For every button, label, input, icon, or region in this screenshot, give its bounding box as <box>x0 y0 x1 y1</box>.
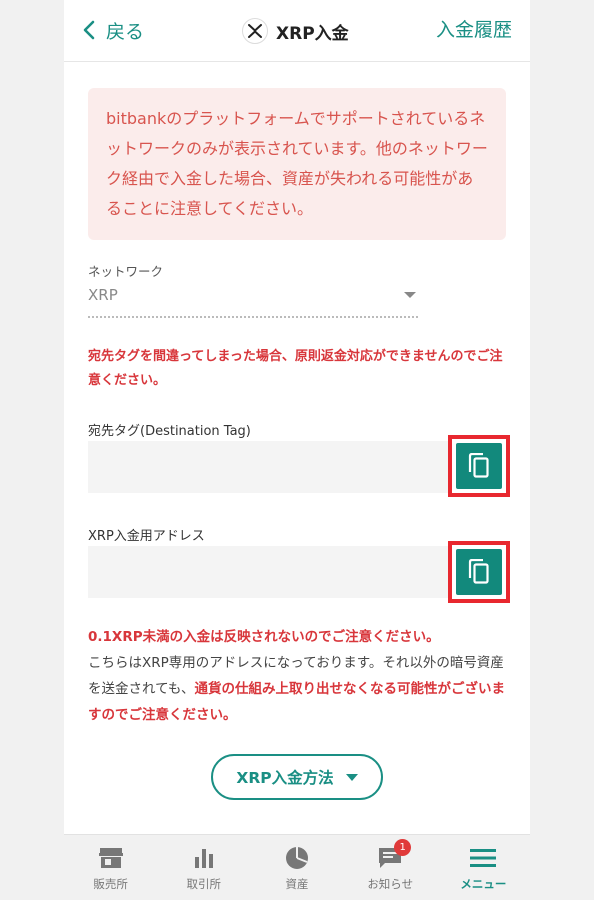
address-label: XRP入金用アドレス <box>88 529 205 544</box>
deposit-history-link[interactable]: 入金履歴 <box>436 16 512 44</box>
page-title: XRP入金 <box>276 23 349 44</box>
network-select[interactable]: XRP <box>88 282 418 318</box>
pie-chart-icon <box>283 845 311 871</box>
network-value: XRP <box>88 286 118 304</box>
destination-tag-copy-highlight <box>448 435 510 497</box>
deposit-method-label: XRP入金方法 <box>236 769 334 787</box>
address-copy-highlight <box>448 541 510 603</box>
network-label: ネットワーク <box>88 264 164 279</box>
destination-tag-field[interactable] <box>88 441 448 493</box>
title-wrap: XRP入金 <box>242 16 349 46</box>
tab-news[interactable]: 1 お知らせ <box>344 835 437 900</box>
header: 戻る XRP入金 入金履歴 <box>64 0 530 62</box>
address-field[interactable] <box>88 546 448 598</box>
tab-store[interactable]: 販売所 <box>64 835 157 900</box>
deposit-method-button[interactable]: XRP入金方法 <box>211 754 383 800</box>
tab-label: 販売所 <box>93 877 128 891</box>
tab-label: 取引所 <box>186 877 222 891</box>
tab-menu[interactable]: メニュー <box>437 835 530 900</box>
network-warning-text: bitbankのプラットフォームでサポートされているネットワークのみが表示されて… <box>106 109 488 218</box>
tab-label: 資産 <box>285 877 309 891</box>
copy-icon <box>468 559 489 584</box>
min-amount-warning: 0.1XRP未満の入金は反映されないのでご注意ください。 <box>88 629 440 645</box>
tab-exchange[interactable]: 取引所 <box>157 835 250 900</box>
copy-destination-tag-button[interactable] <box>456 443 502 489</box>
bar-chart-icon <box>190 845 218 871</box>
back-label: 戻る <box>106 20 145 43</box>
menu-icon <box>469 845 497 871</box>
store-icon <box>97 845 125 871</box>
chevron-left-icon <box>83 20 95 40</box>
caret-down-icon <box>345 773 358 781</box>
copy-address-button[interactable] <box>456 549 502 595</box>
destination-tag-label: 宛先タグ(Destination Tag) <box>88 424 251 439</box>
caret-down-icon <box>404 292 416 298</box>
back-button[interactable]: 戻る <box>82 16 144 44</box>
xrp-logo-icon <box>242 18 268 44</box>
tag-warning-text: 宛先タグを間違ってしまった場合、原則返金対応ができませんのでご注意ください。 <box>88 349 503 388</box>
chat-icon: 1 <box>376 839 412 871</box>
tab-label: メニュー <box>460 877 507 891</box>
notification-badge: 1 <box>394 839 412 856</box>
bottom-tab-bar: 販売所 取引所 資産 1 お知らせ メニュー <box>64 834 530 900</box>
tab-label: お知らせ <box>367 877 414 891</box>
deposit-page: 戻る XRP入金 入金履歴 bitbankのプラットフォームでサポートされている… <box>64 0 530 900</box>
network-warning-box: bitbankのプラットフォームでサポートされているネットワークのみが表示されて… <box>88 88 506 240</box>
copy-icon <box>468 453 489 478</box>
deposit-info: 0.1XRP未満の入金は反映されないのでご注意ください。 こちらはXRP専用のア… <box>88 624 512 728</box>
tab-assets[interactable]: 資産 <box>250 835 343 900</box>
